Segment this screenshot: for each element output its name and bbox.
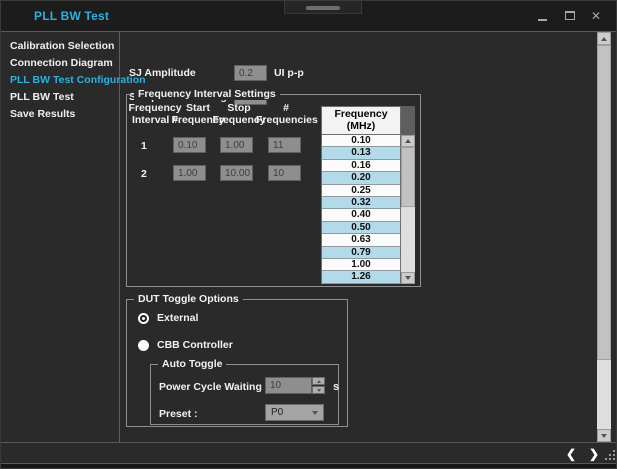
resize-grip[interactable] — [604, 449, 616, 461]
window-scroll-up-button[interactable] — [597, 32, 611, 45]
power-cycle-spinner — [312, 377, 325, 394]
sidebar-item[interactable]: PLL BW Test — [1, 89, 119, 106]
spinner-down-button[interactable] — [312, 386, 325, 394]
num-frequencies-input[interactable] — [268, 165, 301, 181]
col-header-count: # Frequencies — [256, 103, 316, 126]
chevron-down-icon — [601, 434, 607, 438]
frequency-table-header: Frequency (MHz) — [321, 106, 401, 135]
frequency-interval-group-title: Frequency Interval Settings — [134, 89, 280, 100]
frequency-table-row[interactable]: 0.10 — [321, 135, 401, 147]
auto-toggle-group-title: Auto Toggle — [158, 359, 226, 370]
sidebar-item[interactable]: Calibration Selection — [1, 38, 119, 55]
titlebar: PLL BW Test ✕ — [1, 1, 616, 31]
footer-bar: ❮ ❯ — [1, 442, 617, 464]
frequency-table-row[interactable]: 0.40 — [321, 209, 401, 221]
sj-amplitude-unit: UI p-p — [274, 67, 304, 79]
chevron-up-icon — [317, 380, 321, 383]
maximize-icon — [565, 11, 575, 20]
chevron-down-icon — [317, 389, 321, 392]
chevron-down-icon — [312, 411, 318, 415]
frequency-table-body: 0.100.130.160.200.250.320.400.500.630.79… — [321, 135, 401, 284]
sj-amplitude-input[interactable] — [234, 65, 267, 81]
stop-frequency-input[interactable] — [220, 165, 253, 181]
interval-number: 1 — [141, 140, 147, 152]
sidebar-item[interactable]: Save Results — [1, 106, 119, 123]
minimize-icon — [538, 19, 547, 21]
frequency-table-row[interactable]: 0.50 — [321, 222, 401, 234]
table-scrollbar-thumb[interactable] — [401, 147, 415, 207]
chevron-up-icon — [601, 37, 607, 41]
close-button[interactable]: ✕ — [588, 8, 604, 24]
window-title: PLL BW Test — [34, 9, 109, 23]
preset-value: P0 — [271, 407, 283, 418]
frequency-table-row[interactable]: 0.79 — [321, 247, 401, 259]
preset-dropdown[interactable]: P0 — [265, 404, 324, 421]
power-cycle-input[interactable] — [265, 377, 312, 394]
power-cycle-unit: s — [333, 381, 339, 393]
dock-grip-handle[interactable] — [284, 1, 362, 14]
maximize-button[interactable] — [562, 8, 578, 24]
preset-label: Preset : — [159, 408, 198, 420]
frequency-table-row[interactable]: 0.13 — [321, 147, 401, 159]
radio-option-cbb-controller[interactable]: CBB Controller — [138, 339, 233, 351]
minimize-button[interactable] — [534, 8, 550, 24]
start-frequency-input[interactable] — [173, 137, 206, 153]
num-frequencies-input[interactable] — [268, 137, 301, 153]
main-panel: Calibration SelectionConnection DiagramP… — [1, 31, 617, 442]
window-scrollbar[interactable] — [597, 32, 611, 442]
frequency-table-row[interactable]: 1.00 — [321, 259, 401, 271]
chevron-up-icon — [405, 139, 411, 143]
radio-selected-icon[interactable] — [138, 313, 149, 324]
frequency-table-row[interactable]: 1.26 — [321, 271, 401, 283]
previous-page-button[interactable]: ❮ — [566, 447, 576, 461]
sj-amplitude-label: SJ Amplitude — [129, 67, 196, 79]
window-scrollbar-thumb[interactable] — [597, 45, 611, 360]
next-page-button[interactable]: ❯ — [589, 447, 599, 461]
sidebar-item[interactable]: Connection Diagram — [1, 55, 119, 72]
frequency-table-row[interactable]: 0.32 — [321, 197, 401, 209]
frequency-table-row[interactable]: 0.25 — [321, 185, 401, 197]
table-scroll-up-button[interactable] — [401, 135, 415, 147]
stop-frequency-input[interactable] — [220, 137, 253, 153]
spinner-up-button[interactable] — [312, 377, 325, 385]
table-scrollbar[interactable] — [401, 106, 415, 284]
power-cycle-label: Power Cycle Waiting : — [159, 381, 268, 393]
frequency-table-row[interactable]: 0.20 — [321, 172, 401, 184]
chevron-down-icon — [405, 276, 411, 280]
pll-bw-test-window: PLL BW Test ✕ Calibration SelectionConne… — [0, 0, 617, 469]
frequency-table-row[interactable]: 0.63 — [321, 234, 401, 246]
radio-label: CBB Controller — [157, 339, 233, 351]
table-scrollbar-cap — [401, 106, 415, 135]
dut-toggle-group-title: DUT Toggle Options — [134, 294, 243, 305]
grip-icon — [306, 6, 340, 10]
interval-number: 2 — [141, 168, 147, 180]
radio-option-external[interactable]: External — [138, 312, 198, 324]
frequency-table-row[interactable]: 0.16 — [321, 160, 401, 172]
sidebar: Calibration SelectionConnection DiagramP… — [1, 32, 120, 443]
table-scroll-down-button[interactable] — [401, 272, 415, 284]
radio-unselected-icon[interactable] — [138, 340, 149, 351]
start-frequency-input[interactable] — [173, 165, 206, 181]
radio-label: External — [157, 312, 198, 324]
window-scroll-down-button[interactable] — [597, 429, 611, 442]
sidebar-item[interactable]: PLL BW Test Configuration — [1, 72, 119, 89]
